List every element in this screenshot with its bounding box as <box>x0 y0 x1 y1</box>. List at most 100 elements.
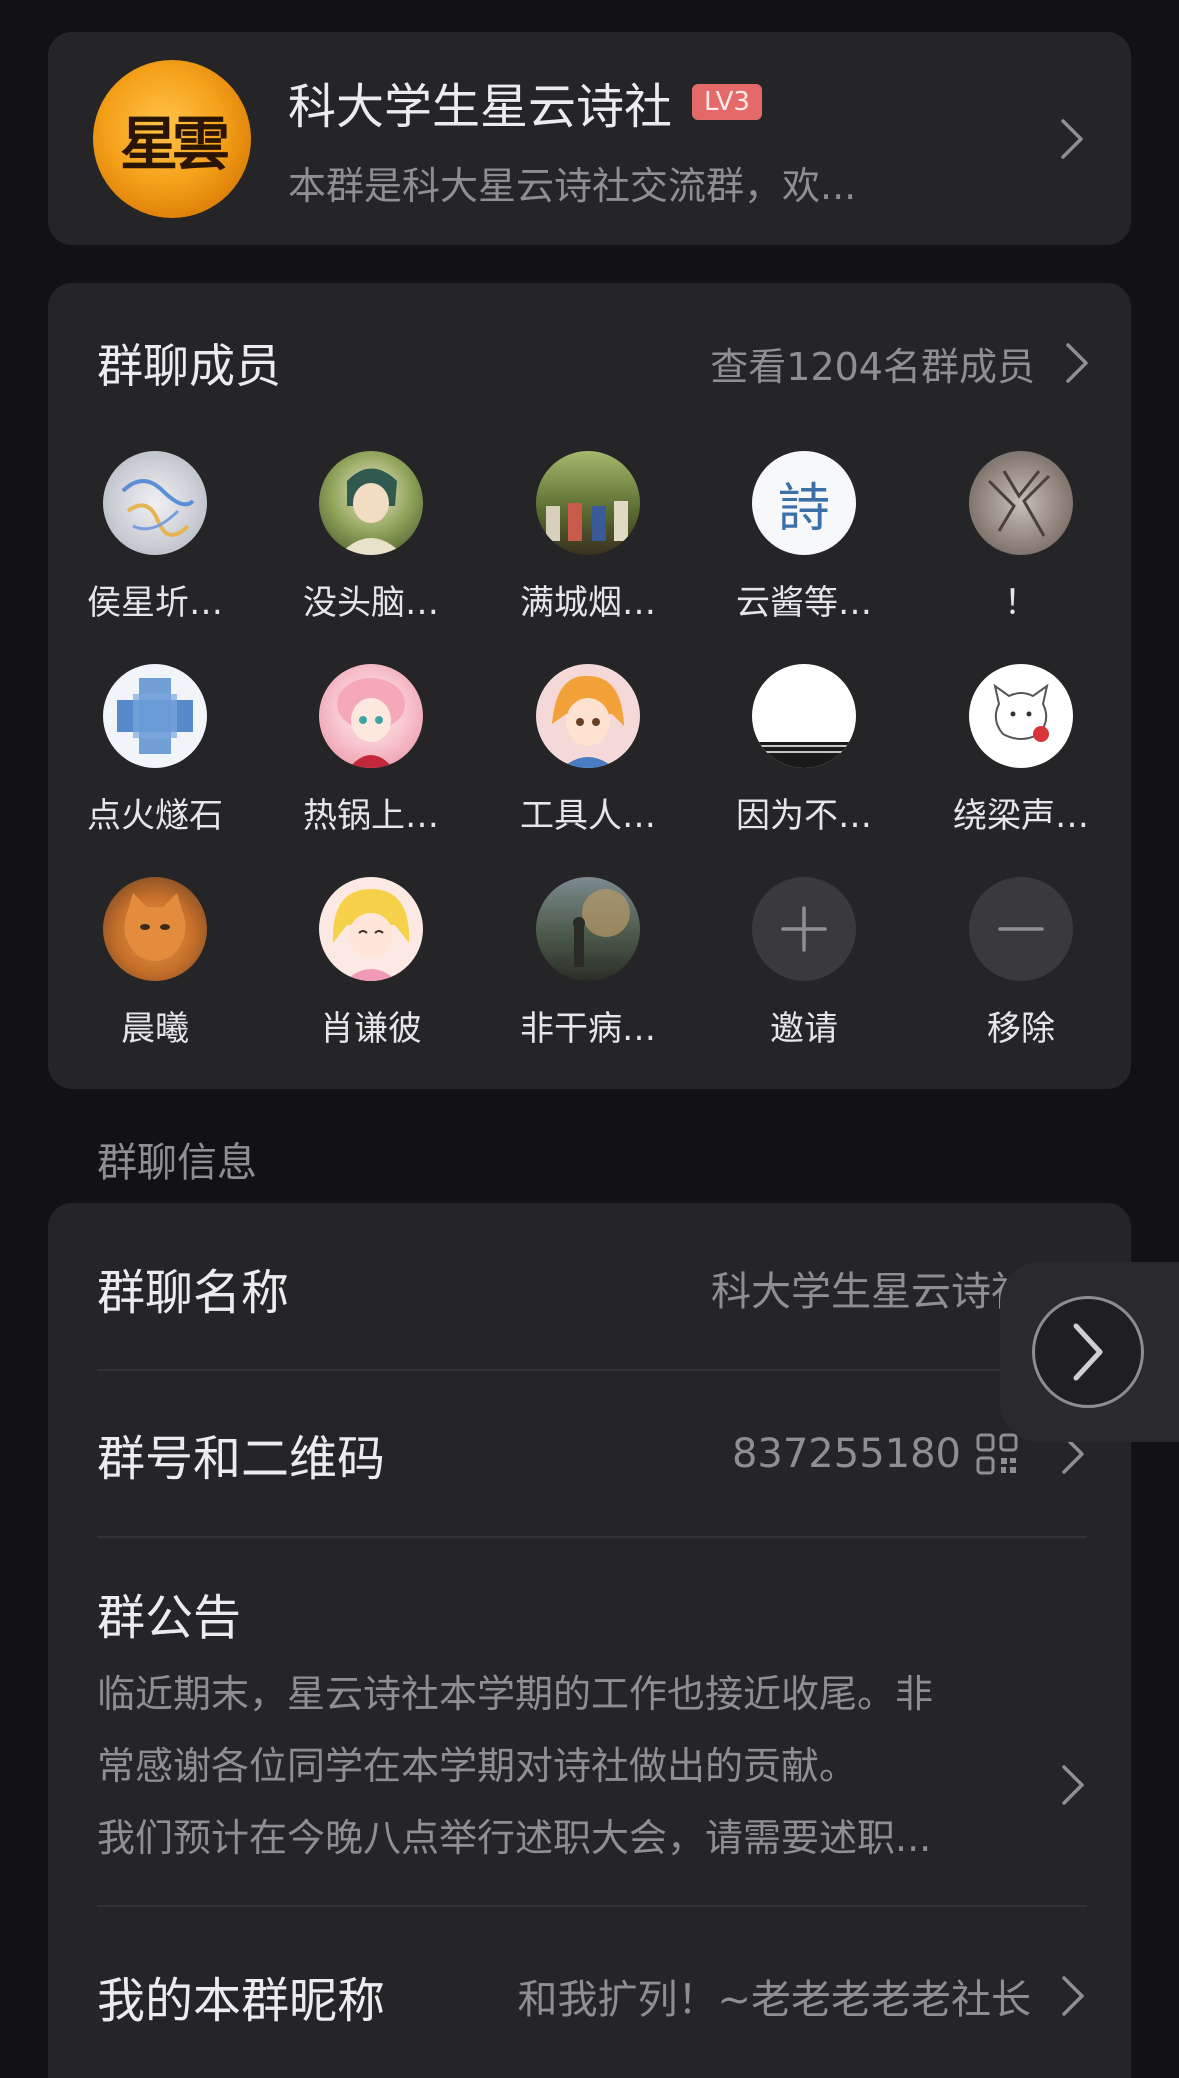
member-item[interactable]: 工具人… <box>503 664 673 837</box>
member-name: 点火燧石 <box>87 796 223 836</box>
member-avatar <box>536 451 640 555</box>
member-item[interactable]: 非干病… <box>503 877 673 1050</box>
member-avatar-art <box>337 678 405 768</box>
group-number-row[interactable]: 群号和二维码 837255180 <box>97 1421 1087 1487</box>
member-item[interactable]: 点火燧石 <box>70 664 240 837</box>
member-avatar-art <box>546 501 628 541</box>
member-avatar <box>752 664 856 768</box>
notice-line: 我们预计在今晚八点举行述职大会，请需要述职... <box>97 1816 932 1860</box>
member-name: 晨曦 <box>121 1009 189 1049</box>
member-avatar-art <box>573 889 630 967</box>
notice-line: 常感谢各位同学在本学期对诗社做出的贡献。 <box>97 1744 858 1788</box>
member-name: 绕梁声… <box>953 796 1089 836</box>
group-avatar-text: 星雲 <box>119 109 230 178</box>
my-nickname-label: 我的本群昵称 <box>97 1973 386 2029</box>
member-avatar-art <box>339 468 403 555</box>
chevron-right-icon <box>1061 118 1083 159</box>
minus-icon <box>998 927 1044 931</box>
group-info-card: 群聊名称 科大学生星云诗社 群号和二维码 837255180 群公告 临近期末，… <box>48 1203 1131 2078</box>
group-name-row[interactable]: 群聊名称 科大学生星云诗社 <box>97 1255 1087 1321</box>
member-avatar <box>969 451 1073 555</box>
member-item[interactable]: 晨曦 <box>70 877 240 1050</box>
member-avatar <box>103 451 207 555</box>
invite-label: 邀请 <box>770 1009 838 1049</box>
member-name: 没头脑… <box>303 583 439 623</box>
member-name: 非干病… <box>520 1009 656 1049</box>
group-number-label: 群号和二维码 <box>97 1431 386 1487</box>
member-item[interactable]: 热锅上… <box>286 664 456 837</box>
member-avatar-art <box>552 675 624 768</box>
member-avatar-art <box>124 893 186 961</box>
group-info: 科大学生星云诗社 LV3 本群是科大星云诗社交流群，欢... <box>288 67 1058 210</box>
group-description: 本群是科大星云诗社交流群，欢... <box>288 164 857 208</box>
member-avatar: 詩 <box>752 451 856 555</box>
group-avatar: 星雲 <box>93 59 251 218</box>
remove-avatar <box>969 877 1073 981</box>
group-name-label: 群聊名称 <box>97 1265 290 1321</box>
member-name: 侯星圻… <box>87 583 223 623</box>
group-notice-label: 群公告 <box>97 1590 242 1646</box>
member-name: 因为不… <box>736 796 872 836</box>
member-avatar-art <box>752 742 856 768</box>
divider <box>97 1536 1087 1538</box>
group-settings-page: 星雲 科大学生星云诗社 LV3 本群是科大星云诗社交流群，欢... 群聊成员 查… <box>0 0 1179 2078</box>
plus-icon <box>781 906 827 952</box>
group-profile-card[interactable]: 星雲 科大学生星云诗社 LV3 本群是科大星云诗社交流群，欢... <box>48 32 1131 245</box>
invite-member-button[interactable]: 邀请 <box>719 877 889 1050</box>
member-item[interactable]: 詩 云酱等… <box>719 451 889 624</box>
member-item[interactable]: ！ <box>936 451 1106 624</box>
member-item[interactable]: 满城烟… <box>503 451 673 624</box>
member-avatar <box>319 451 423 555</box>
chevron-right-icon <box>1062 1976 1084 2016</box>
member-name: 肖谦彼 <box>320 1009 422 1049</box>
group-notice-text: 临近期末，星云诗社本学期的工作也接近收尾。非 常感谢各位同学在本学期对诗社做出的… <box>97 1658 1027 1874</box>
remove-member-button[interactable]: 移除 <box>936 877 1106 1050</box>
member-avatar <box>319 877 423 981</box>
view-all-members-label: 查看1204名群成员 <box>710 344 1035 389</box>
chevron-right-icon <box>1066 343 1088 383</box>
member-name: 热锅上… <box>303 796 439 836</box>
member-avatar <box>103 664 207 768</box>
member-avatar-art: 詩 <box>777 478 830 539</box>
member-name: ！ <box>1004 583 1038 623</box>
group-number-value: 837255180 <box>731 1431 961 1477</box>
chevron-right-icon <box>1073 1323 1103 1381</box>
invite-avatar <box>752 877 856 981</box>
member-avatar-art <box>993 683 1049 742</box>
remove-label: 移除 <box>987 1009 1055 1049</box>
member-item[interactable]: 没头脑… <box>286 451 456 624</box>
floating-next-button[interactable] <box>1000 1262 1179 1442</box>
divider <box>97 1369 1087 1371</box>
qr-code-icon <box>976 1433 1018 1475</box>
my-nickname-row[interactable]: 我的本群昵称 和我扩列！~老老老老老社长 <box>97 1963 1087 2029</box>
members-header: 群聊成员 查看1204名群成员 <box>97 333 1091 393</box>
member-avatar <box>536 877 640 981</box>
member-name: 工具人… <box>520 796 656 836</box>
section-label-group-info: 群聊信息 <box>97 1140 257 1186</box>
member-name: 云酱等… <box>736 583 872 623</box>
notice-line: 临近期末，星云诗社本学期的工作也接近收尾。非 <box>97 1672 934 1716</box>
group-name: 科大学生星云诗社 <box>288 79 673 135</box>
level-badge: LV3 <box>692 84 762 120</box>
member-avatar-art <box>121 479 195 537</box>
members-card: 群聊成员 查看1204名群成员 侯星圻… 没头脑… 满城烟… 詩 云酱等… ！ … <box>48 283 1131 1089</box>
member-item[interactable]: 肖谦彼 <box>286 877 456 1050</box>
group-name-value: 科大学生星云诗社 <box>711 1269 1031 1315</box>
member-item[interactable]: 绕梁声… <box>936 664 1106 837</box>
members-title: 群聊成员 <box>97 339 281 393</box>
my-nickname-value: 和我扩列！~老老老老老社长 <box>517 1977 1031 2023</box>
chevron-right-icon <box>1062 1765 1084 1805</box>
member-avatar-art <box>332 889 410 981</box>
member-avatar <box>103 877 207 981</box>
member-avatar <box>969 664 1073 768</box>
view-all-members-link[interactable]: 查看1204名群成员 <box>710 336 1091 391</box>
my-nickname-value-wrap: 和我扩列！~老老老老老社长 <box>517 1967 1087 2025</box>
divider <box>97 1905 1087 1907</box>
member-avatar <box>536 664 640 768</box>
member-item[interactable]: 因为不… <box>719 664 889 837</box>
floating-next-circle <box>1032 1296 1144 1408</box>
group-title-row: 科大学生星云诗社 LV3 <box>288 67 1058 137</box>
member-name: 满城烟… <box>520 583 656 623</box>
member-avatar-art <box>117 678 193 754</box>
member-item[interactable]: 侯星圻… <box>70 451 240 624</box>
